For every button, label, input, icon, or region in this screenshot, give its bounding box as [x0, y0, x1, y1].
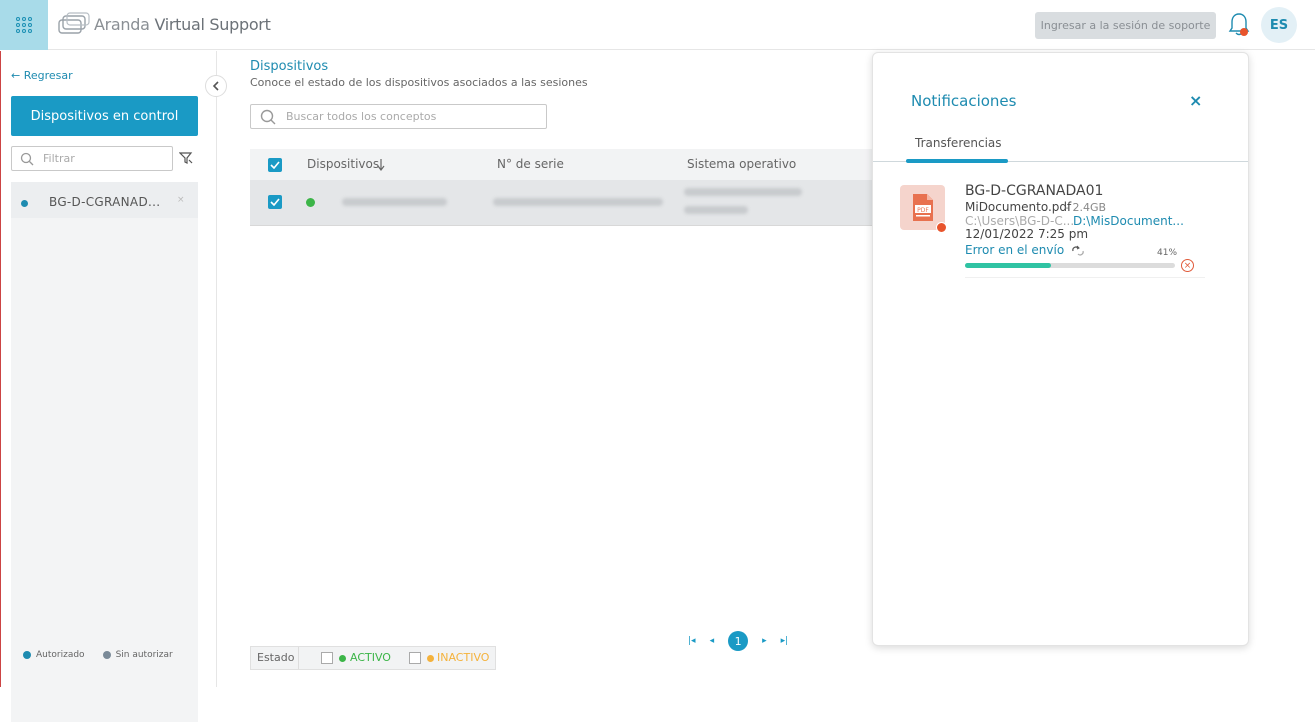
retry-icon[interactable]	[1070, 245, 1086, 257]
active-status-dot	[306, 198, 315, 207]
devices-in-control-button[interactable]: Dispositivos en control	[11, 96, 198, 136]
svg-text:PDF: PDF	[917, 207, 929, 214]
redacted-os-line-2	[684, 206, 748, 214]
logo-icon	[58, 12, 90, 34]
device-name: BG-D-CGRANAD...	[49, 195, 161, 209]
page-title: Dispositivos	[250, 59, 329, 74]
language-avatar[interactable]: ES	[1261, 7, 1297, 43]
legend-unauthorized: Sin autorizar	[115, 650, 173, 660]
legend-authorized: Autorizado	[36, 650, 85, 660]
redacted-os-line-1	[684, 188, 802, 196]
transfer-status: Error en el envío	[965, 243, 1086, 257]
remove-device-icon[interactable]: ×	[177, 195, 185, 205]
transfer-file-size: - 2.4GB	[1065, 201, 1107, 214]
next-page-button[interactable]: ▸	[762, 636, 767, 646]
last-page-button[interactable]: ▸|	[781, 636, 789, 646]
transfer-file-name: MiDocumento.pdf	[965, 200, 1072, 214]
app-name-light: Aranda	[94, 14, 150, 34]
transfer-date: 12/01/2022 7:25 pm	[965, 227, 1089, 241]
apps-menu-button[interactable]	[0, 0, 48, 50]
support-session-button[interactable]: Ingresar a la sesión de soporte	[1035, 12, 1216, 39]
collapse-sidebar-button[interactable]	[205, 75, 227, 97]
transfer-source-path: C:\Users\BG-D-C...	[965, 214, 1075, 228]
chevron-left-icon	[212, 81, 219, 91]
sidebar: ← Regresar Dispositivos en control Filtr…	[0, 51, 217, 722]
close-icon[interactable]: ×	[1189, 91, 1202, 110]
status-legend: Autorizado Sin autorizar	[23, 650, 173, 660]
top-bar: Aranda Virtual Support Ingresar a la ses…	[0, 0, 1315, 50]
notification-divider	[965, 277, 1205, 278]
status-label: Estado	[257, 651, 295, 664]
row-checkbox[interactable]	[268, 195, 282, 209]
search-icon	[260, 109, 276, 125]
column-devices[interactable]: Dispositivos	[307, 157, 379, 171]
page-subtitle: Conoce el estado de los dispositivos aso…	[250, 76, 588, 89]
table-row[interactable]	[250, 180, 874, 226]
tab-active-indicator	[906, 159, 1008, 163]
progress-percent: 41%	[1157, 248, 1178, 258]
notifications-panel: Notificaciones × Transferencias PDF BG-D…	[872, 52, 1249, 646]
inactive-checkbox[interactable]	[409, 652, 421, 664]
unauthorized-dot	[102, 651, 111, 659]
error-status-dot	[936, 222, 947, 233]
sort-arrow-down-icon[interactable]	[377, 159, 385, 171]
prev-page-button[interactable]: ◂	[710, 636, 715, 646]
grid-icon	[16, 17, 32, 33]
search-input[interactable]: Buscar todos los conceptos	[250, 104, 547, 129]
notifications-bell-icon[interactable]	[1228, 12, 1250, 38]
device-list-item[interactable]: BG-D-CGRANAD... ×	[11, 182, 198, 218]
table-header: Dispositivos N° de serie Sistema operati…	[250, 149, 874, 180]
transfer-host: BG-D-CGRANADA01	[965, 183, 1104, 199]
active-label: ACTIVO	[350, 651, 391, 664]
transfer-error-text: Error en el envío	[965, 243, 1065, 257]
app-name-bold: Virtual Support	[154, 14, 271, 34]
active-dot	[339, 655, 346, 662]
filter-input[interactable]: Filtrar	[11, 146, 173, 171]
notifications-title: Notificaciones	[911, 92, 1017, 110]
active-checkbox[interactable]	[321, 652, 333, 664]
column-os[interactable]: Sistema operativo	[687, 157, 796, 171]
authorized-dot	[23, 651, 31, 659]
back-link[interactable]: ← Regresar	[11, 69, 73, 82]
cancel-transfer-icon[interactable]: ×	[1181, 259, 1194, 272]
search-placeholder: Buscar todos los conceptos	[286, 110, 437, 123]
filter-placeholder: Filtrar	[43, 152, 75, 165]
device-list: BG-D-CGRANAD... ×	[11, 182, 198, 722]
column-serial[interactable]: N° de serie	[497, 157, 564, 171]
tab-transfers[interactable]: Transferencias	[915, 136, 1002, 150]
filter-funnel-icon[interactable]	[178, 150, 193, 169]
current-page[interactable]: 1	[728, 631, 749, 651]
redacted-device-name	[342, 198, 447, 206]
search-icon	[20, 152, 34, 166]
authorized-status-dot	[21, 200, 28, 207]
inactive-label: INACTIVO	[437, 651, 490, 664]
select-all-checkbox[interactable]	[268, 158, 282, 172]
status-filter-bar: Estado ACTIVO INACTIVO	[250, 646, 496, 670]
progress-bar	[965, 263, 1175, 268]
inactive-dot	[427, 655, 434, 662]
first-page-button[interactable]: |◂	[688, 636, 696, 646]
pagination: |◂ ◂ 1 ▸ ▸|	[688, 631, 788, 651]
transfer-destination-path[interactable]: D:\MisDocument...	[1073, 214, 1184, 228]
progress-fill	[965, 263, 1052, 268]
redacted-serial	[493, 198, 663, 206]
app-logo: Aranda Virtual Support	[58, 12, 271, 36]
